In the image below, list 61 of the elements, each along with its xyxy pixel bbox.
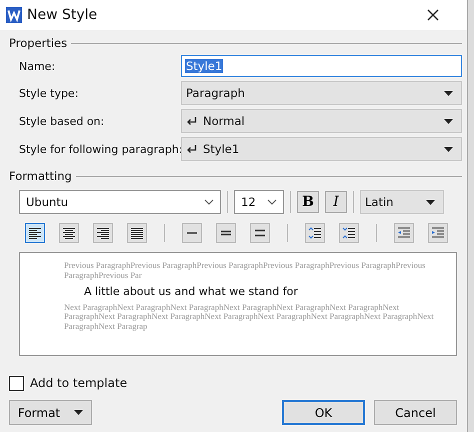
group-label: Formatting [9, 169, 72, 183]
field-label: Style type: [19, 86, 80, 100]
italic-button[interactable]: I [325, 191, 347, 213]
size-dropdown[interactable]: 12 [234, 190, 284, 214]
window-title: New Style [27, 7, 98, 23]
space-after-icon [342, 226, 356, 240]
app-logo-icon [6, 7, 22, 23]
align-center-button[interactable] [59, 223, 79, 243]
indent-more-button[interactable] [428, 223, 448, 243]
checkbox-label: Add to template [30, 376, 128, 390]
dialog-button[interactable]: OK [282, 400, 365, 425]
checkbox[interactable] [9, 376, 24, 390]
align-left-button[interactable] [25, 223, 45, 243]
close-icon[interactable] [427, 9, 439, 21]
one-half-button[interactable] [216, 223, 236, 243]
dropdown[interactable]: Paragraph [181, 81, 462, 105]
name-field[interactable]: Style1 [181, 55, 462, 77]
chevron-icon [267, 199, 277, 205]
double-button[interactable] [250, 223, 270, 243]
script-dropdown[interactable]: Latin [360, 190, 444, 214]
align-right-icon [96, 226, 110, 240]
return-arrow-icon [186, 116, 197, 126]
justify-icon [130, 226, 144, 240]
chevron-icon [204, 199, 214, 205]
space-before-button[interactable] [305, 223, 325, 243]
caret-icon [444, 90, 453, 96]
bold-button[interactable]: B [297, 191, 319, 213]
indent-less-icon [397, 226, 411, 240]
dropdown-value: 12 [241, 195, 256, 209]
sample-text: A little about us and what we stand for [83, 284, 299, 300]
format-menu-button[interactable]: Format [9, 400, 92, 425]
font-dropdown[interactable]: Ubuntu [19, 190, 221, 214]
dropdown-value: Latin [365, 195, 394, 209]
dropdown[interactable]: Style1 [181, 137, 462, 161]
field-label: Name: [19, 60, 56, 72]
field-label: Style for following paragraph: [19, 142, 181, 156]
space-after-button[interactable] [339, 223, 359, 243]
indent-less-button[interactable] [394, 223, 414, 243]
align-center-icon [62, 226, 76, 240]
justify-button[interactable] [127, 223, 147, 243]
dialog-button[interactable]: Cancel [374, 400, 457, 425]
dropdown[interactable]: Normal [181, 109, 462, 133]
next-paragraph-text: Next ParagraphNext ParagraphNext ParagraphNext ParagraphNext ParagraphNext ParagraphNext ParagraphNext ParagraphNext ParagraphNext ParagraphNext ParagraphNext ParagraphNext ParagraphNext ParagraphNext Paragrap [64, 302, 435, 332]
caret-icon [426, 200, 435, 204]
dropdown-value: Ubuntu [26, 195, 68, 209]
align-left-icon [28, 226, 42, 240]
caret-icon [444, 146, 453, 152]
field-label: Style based on: [19, 114, 106, 128]
single-button[interactable] [182, 223, 202, 243]
dropdown-value: Paragraph [186, 86, 246, 100]
caret-icon [74, 410, 84, 415]
caret-icon [444, 118, 453, 124]
align-right-button[interactable] [93, 223, 113, 243]
indent-more-icon [431, 226, 445, 240]
previous-paragraph-text: Previous ParagraphPrevious ParagraphPrevious ParagraphPrevious ParagraphPrevious ParagraphPrevious ParagraphPrevious Par [64, 261, 426, 281]
field-value: Style1 [185, 59, 224, 73]
return-arrow-icon [186, 144, 197, 154]
group-label: Properties [9, 36, 68, 50]
dropdown-value: Normal [203, 114, 246, 128]
dropdown-value: Style1 [203, 142, 240, 156]
space-before-icon [308, 226, 322, 240]
